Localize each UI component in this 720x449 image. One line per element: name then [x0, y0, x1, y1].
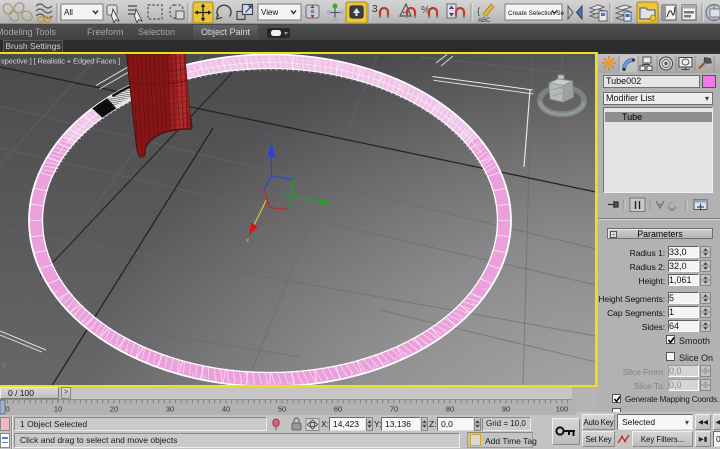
- svg-text:30: 30: [166, 405, 174, 414]
- svg-text:All: All: [64, 8, 73, 17]
- svg-text:60: 60: [334, 405, 342, 414]
- svg-text:View: View: [261, 8, 278, 17]
- svg-text:3: 3: [372, 4, 378, 15]
- svg-text:Z: Z: [268, 135, 273, 142]
- svg-text:50: 50: [278, 405, 286, 414]
- svg-text:spective ] [ Realistic + Edged: spective ] [ Realistic + Edged Faces ]: [1, 57, 120, 66]
- svg-text:40: 40: [222, 405, 230, 414]
- svg-text:10: 10: [54, 405, 62, 414]
- svg-text:90: 90: [502, 405, 510, 414]
- svg-text:0: 0: [6, 405, 10, 414]
- svg-text:Y: Y: [336, 199, 341, 206]
- svg-text:{: {: [477, 6, 480, 16]
- svg-text:y: y: [2, 360, 6, 369]
- svg-text:x: x: [246, 238, 249, 244]
- svg-text:70: 70: [390, 405, 398, 414]
- svg-text:20: 20: [110, 405, 118, 414]
- svg-text:80: 80: [446, 405, 454, 414]
- svg-text:100: 100: [556, 405, 569, 414]
